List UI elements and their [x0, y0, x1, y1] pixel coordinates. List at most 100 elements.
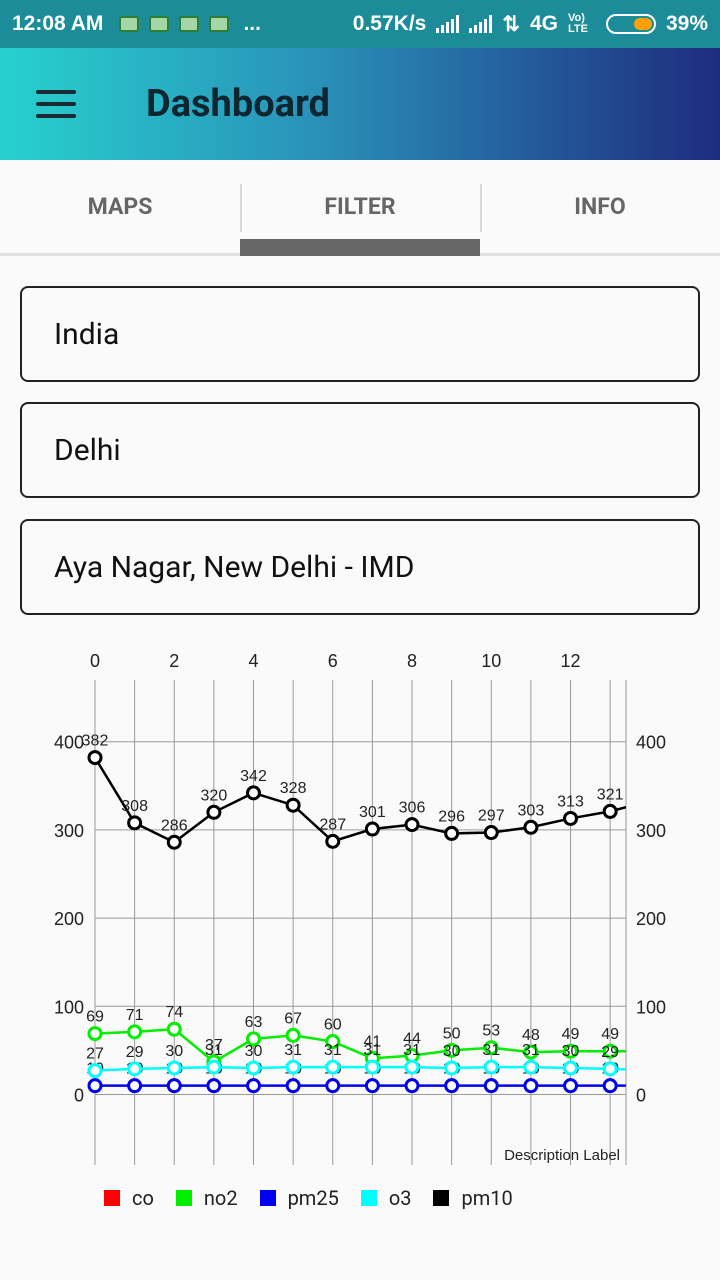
data-point-pm25	[404, 1078, 420, 1094]
data-point-pm10	[602, 803, 618, 819]
x-tick-label: 6	[328, 651, 338, 671]
data-point-pm10	[444, 825, 460, 841]
data-point-pm25	[325, 1078, 341, 1094]
android-debug-icon	[209, 16, 230, 32]
data-label-o3: 30	[443, 1043, 461, 1060]
menu-icon[interactable]	[36, 90, 76, 118]
data-point-o3	[602, 1061, 618, 1077]
data-label-pm10: 303	[518, 802, 545, 819]
data-label-pm10: 301	[359, 804, 386, 821]
y-tick-label-right: 100	[636, 997, 666, 1017]
data-label-o3: 30	[245, 1043, 263, 1060]
legend-swatch	[433, 1190, 450, 1206]
x-tick-label: 12	[561, 651, 581, 671]
data-label-pm10: 286	[161, 817, 188, 834]
data-label-o3: 31	[403, 1042, 421, 1059]
data-label-pm10: 296	[438, 808, 465, 825]
network-type: 4G	[529, 12, 558, 35]
data-label-no2: 50	[443, 1025, 461, 1042]
data-label-no2: 49	[562, 1026, 580, 1043]
data-label-o3: 29	[601, 1044, 619, 1061]
data-label-o3: 31	[324, 1042, 342, 1059]
data-label-pm10: 297	[478, 808, 505, 825]
legend-item-o3: o3	[360, 1186, 411, 1210]
data-point-no2	[285, 1027, 301, 1043]
data-label-no2: 69	[86, 1009, 104, 1026]
page-title: Dashboard	[146, 82, 330, 126]
data-point-no2	[127, 1024, 143, 1040]
data-label-pm10: 328	[280, 780, 307, 797]
data-point-o3	[285, 1059, 301, 1075]
data-point-o3	[523, 1059, 539, 1075]
legend-swatch	[259, 1190, 276, 1206]
data-point-no2	[166, 1021, 182, 1037]
data-label-pm10: 320	[201, 787, 228, 804]
legend-label: co	[132, 1186, 154, 1210]
android-debug-icon	[179, 16, 200, 32]
legend-swatch	[104, 1190, 120, 1206]
data-point-pm10	[166, 834, 182, 850]
data-point-pm25	[444, 1078, 460, 1094]
city-select[interactable]: Delhi	[20, 402, 700, 498]
data-label-o3: 27	[86, 1046, 104, 1063]
network-speed: 0.57K/s	[352, 12, 427, 35]
y-tick-label-right: 0	[636, 1085, 646, 1105]
data-label-pm10: 308	[121, 798, 148, 815]
notification-icons: ...	[119, 12, 261, 36]
data-label-no2: 71	[126, 1007, 144, 1024]
legend-item-no2: no2	[175, 1186, 238, 1210]
data-label-no2: 60	[324, 1017, 342, 1034]
country-select[interactable]: India	[20, 286, 700, 382]
data-label-pm10: 287	[319, 816, 346, 833]
signal-icon-2	[469, 15, 493, 33]
battery-percent: 39%	[665, 12, 708, 35]
tab-maps[interactable]: MAPS	[0, 160, 240, 253]
legend-item-co: co	[104, 1186, 154, 1210]
data-point-o3	[166, 1060, 182, 1076]
data-point-pm25	[483, 1078, 499, 1094]
battery-fill	[633, 18, 652, 30]
data-label-o3: 31	[482, 1042, 500, 1059]
android-debug-icon	[119, 16, 140, 32]
data-point-pm25	[602, 1078, 618, 1094]
data-point-pm25	[127, 1078, 143, 1094]
data-label-no2: 53	[482, 1023, 500, 1040]
data-point-o3	[444, 1060, 460, 1076]
data-point-o3	[87, 1063, 103, 1079]
data-label-pm10: 321	[597, 786, 624, 803]
legend-swatch	[175, 1190, 192, 1206]
data-label-no2: 67	[284, 1010, 302, 1027]
data-point-pm10	[206, 804, 222, 820]
data-label-pm10: 306	[399, 800, 426, 817]
legend-item-pm25: pm25	[259, 1186, 339, 1210]
status-bar: 12:08 AM ... 0.57K/s ⇅ 4G Vo) LTE 39%	[0, 0, 720, 48]
signal-icon	[436, 15, 460, 33]
legend-label: no2	[203, 1186, 238, 1210]
chart-legend: co no2 pm25 o3 pm10	[104, 1186, 535, 1210]
data-label-pm10: 313	[557, 793, 584, 810]
y-tick-label-left: 400	[54, 733, 84, 753]
status-right: 0.57K/s ⇅ 4G Vo) LTE 39%	[353, 12, 708, 37]
station-select[interactable]: Aya Nagar, New Delhi - IMD	[20, 519, 700, 615]
data-label-o3: 30	[562, 1043, 580, 1060]
data-point-pm10	[563, 810, 579, 826]
data-label-o3: 30	[165, 1043, 183, 1060]
data-point-pm10	[325, 833, 341, 849]
data-point-o3	[483, 1059, 499, 1075]
data-point-o3	[246, 1060, 262, 1076]
tab-info[interactable]: INFO	[480, 160, 720, 253]
data-point-pm25	[563, 1078, 579, 1094]
pollution-line-chart[interactable]: 0 2 4 6 8 10 12 0 0 100 100 200 200 300 300 400 400 Descr…	[0, 640, 720, 1180]
y-tick-label-right: 300	[636, 821, 666, 841]
data-label-no2: 74	[165, 1004, 183, 1021]
tab-filter[interactable]: FILTER	[240, 160, 480, 256]
status-time: 12:08 AM	[12, 12, 104, 35]
y-tick-label-right: 200	[636, 909, 666, 929]
x-tick-label: 10	[481, 651, 501, 671]
data-point-pm10	[404, 817, 420, 833]
data-label-o3: 29	[126, 1044, 144, 1061]
data-point-o3	[325, 1059, 341, 1075]
more-notifications-icon: ...	[243, 12, 261, 35]
data-point-pm25	[206, 1078, 222, 1094]
data-point-o3	[127, 1061, 143, 1077]
